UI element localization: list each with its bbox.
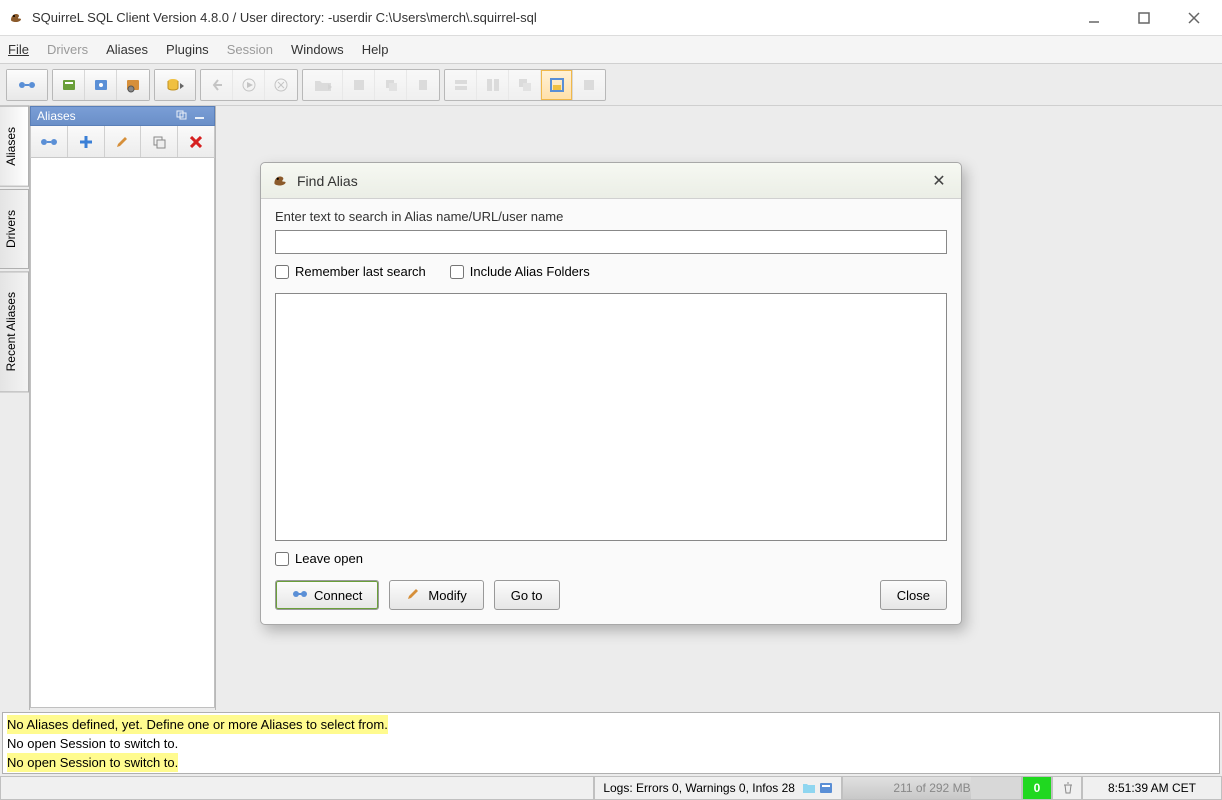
menu-file[interactable]: File xyxy=(8,42,29,57)
copy-alias-button[interactable] xyxy=(141,126,178,157)
log-line: No open Session to switch to. xyxy=(7,753,178,772)
paste-button xyxy=(407,70,439,100)
vtab-drivers[interactable]: Drivers xyxy=(0,189,29,269)
window-titlebar: SQuirreL SQL Client Version 4.8.0 / User… xyxy=(0,0,1222,36)
log-line: No open Session to switch to. xyxy=(7,734,178,753)
leave-open-checkbox[interactable]: Leave open xyxy=(275,551,363,566)
new-session-props-button[interactable] xyxy=(53,70,85,100)
statusbar: Logs: Errors 0, Warnings 0, Infos 28 211… xyxy=(0,776,1222,800)
dialog-title-text: Find Alias xyxy=(297,173,927,189)
stop-button xyxy=(265,70,297,100)
tile-v-button xyxy=(477,70,509,100)
gc-button[interactable] xyxy=(1052,777,1082,800)
maximize-button[interactable] xyxy=(1130,4,1158,32)
status-main xyxy=(0,777,594,800)
close-all-button xyxy=(573,70,605,100)
menu-session[interactable]: Session xyxy=(227,42,273,57)
maximize-internal-button[interactable] xyxy=(541,70,573,100)
log-toggle-icon xyxy=(819,782,833,794)
aliases-panel: Aliases xyxy=(30,106,216,710)
memory-usage[interactable]: 211 of 292 MB xyxy=(842,777,1022,800)
menu-windows[interactable]: Windows xyxy=(291,42,344,57)
status-logs[interactable]: Logs: Errors 0, Warnings 0, Infos 28 xyxy=(594,777,842,800)
app-icon xyxy=(8,10,24,26)
vtab-aliases[interactable]: Aliases xyxy=(0,106,29,187)
log-line: No Aliases defined, yet. Define one or m… xyxy=(7,715,388,734)
tile-h-button xyxy=(445,70,477,100)
menu-plugins[interactable]: Plugins xyxy=(166,42,209,57)
close-button[interactable]: Close xyxy=(880,580,947,610)
save-button xyxy=(343,70,375,100)
cascade-button xyxy=(509,70,541,100)
vtab-recent-aliases[interactable]: Recent Aliases xyxy=(0,271,29,392)
global-prefs-button[interactable] xyxy=(85,70,117,100)
dialog-close-button[interactable]: ✕ xyxy=(927,169,951,193)
squirrel-icon xyxy=(271,172,289,190)
find-alias-dialog: Find Alias ✕ Enter text to search in Ali… xyxy=(260,162,962,625)
dialog-titlebar[interactable]: Find Alias ✕ xyxy=(261,163,961,199)
panel-title: Aliases xyxy=(30,106,215,126)
status-count[interactable]: 0 xyxy=(1022,777,1052,800)
copy-button xyxy=(375,70,407,100)
log-folder-icon xyxy=(802,782,816,794)
message-log[interactable]: No Aliases defined, yet. Define one or m… xyxy=(2,712,1220,774)
search-input[interactable] xyxy=(275,230,947,254)
menu-aliases[interactable]: Aliases xyxy=(106,42,148,57)
back-button xyxy=(201,70,233,100)
menubar: File Drivers Aliases Plugins Session Win… xyxy=(0,36,1222,64)
menu-drivers[interactable]: Drivers xyxy=(47,42,88,57)
run-button xyxy=(233,70,265,100)
minimize-button[interactable] xyxy=(1080,4,1108,32)
include-alias-folders-checkbox[interactable]: Include Alias Folders xyxy=(450,264,590,279)
modify-button[interactable]: Modify xyxy=(389,580,483,610)
main-toolbar xyxy=(0,64,1222,106)
db-button[interactable] xyxy=(155,70,195,100)
edit-alias-button[interactable] xyxy=(105,126,142,157)
search-prompt-label: Enter text to search in Alias name/URL/u… xyxy=(275,209,947,224)
pencil-icon xyxy=(406,587,422,603)
aliases-list[interactable] xyxy=(30,158,215,708)
panel-restore-icon[interactable] xyxy=(176,110,190,122)
delete-alias-button[interactable] xyxy=(178,126,214,157)
panel-minimize-icon[interactable] xyxy=(194,110,208,122)
open-file-button xyxy=(303,70,343,100)
connect-button[interactable] xyxy=(31,126,68,157)
vertical-tabs: Aliases Drivers Recent Aliases xyxy=(0,106,30,710)
clock: 8:51:39 AM CET xyxy=(1082,777,1222,800)
properties-button[interactable] xyxy=(117,70,149,100)
results-list[interactable] xyxy=(275,293,947,541)
window-title: SQuirreL SQL Client Version 4.8.0 / User… xyxy=(32,10,1080,25)
close-window-button[interactable] xyxy=(1180,4,1208,32)
connect-icon xyxy=(292,587,308,603)
panel-toolbar xyxy=(30,126,215,158)
connect-button[interactable]: Connect xyxy=(275,580,379,610)
panel-title-text: Aliases xyxy=(37,109,172,123)
new-alias-button[interactable] xyxy=(68,126,105,157)
connect-alias-button[interactable] xyxy=(7,70,47,100)
remember-last-search-checkbox[interactable]: Remember last search xyxy=(275,264,426,279)
menu-help[interactable]: Help xyxy=(362,42,389,57)
goto-button[interactable]: Go to xyxy=(494,580,560,610)
